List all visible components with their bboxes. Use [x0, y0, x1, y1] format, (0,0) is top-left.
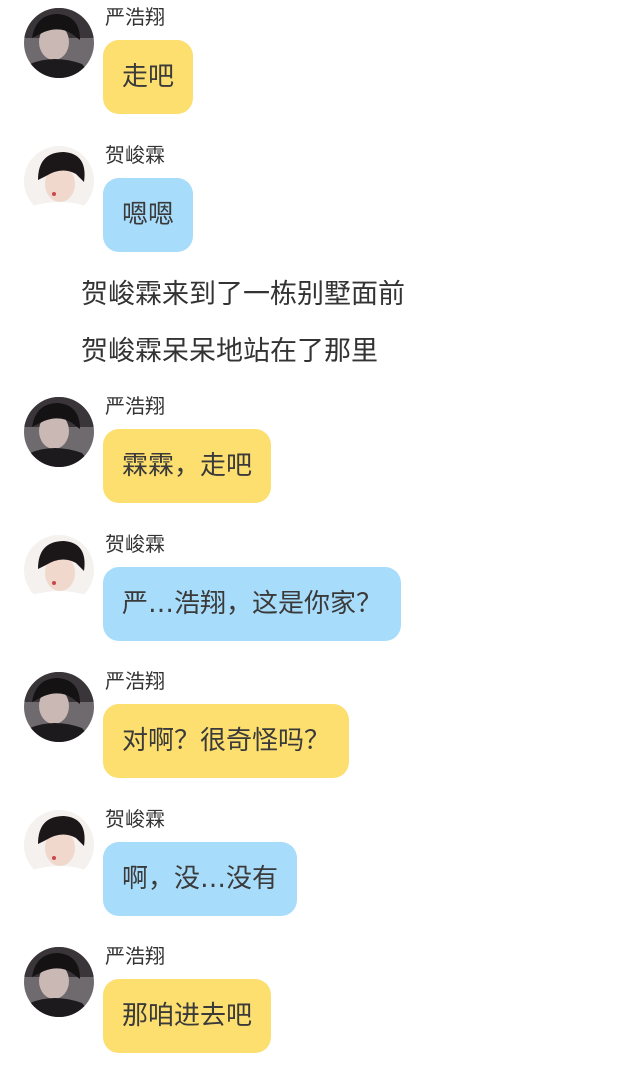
avatar-he[interactable] — [24, 146, 94, 216]
message-bubble[interactable]: 嗯嗯 — [103, 178, 194, 252]
message-bubble[interactable]: 严…浩翔，这是你家？ — [103, 567, 402, 641]
message-bubble[interactable]: 那咱进去吧 — [103, 979, 272, 1053]
avatar-he-image — [24, 810, 94, 880]
avatar-yan-image — [24, 397, 94, 467]
sender-name: 严浩翔 — [105, 5, 165, 29]
avatar-he[interactable] — [24, 535, 94, 605]
avatar-yan[interactable] — [24, 672, 94, 742]
sender-name: 严浩翔 — [105, 394, 165, 418]
avatar-yan-image — [24, 8, 94, 78]
avatar-he-image — [24, 535, 94, 605]
avatar-yan[interactable] — [24, 397, 94, 467]
sender-name: 贺峻霖 — [105, 143, 165, 167]
sender-name: 贺峻霖 — [105, 807, 165, 831]
avatar-yan[interactable] — [24, 8, 94, 78]
message-bubble[interactable]: 对啊？很奇怪吗？ — [103, 704, 350, 778]
narration-text: 贺峻霖来到了一栋别墅面前 — [81, 279, 405, 310]
chat-log: 严浩翔 走吧 贺峻霖 嗯嗯 贺峻霖来到了一栋别墅面前 贺峻霖呆呆地站在了那里 严… — [0, 0, 640, 1066]
sender-name: 严浩翔 — [105, 944, 165, 968]
avatar-yan-image — [24, 672, 94, 742]
message-bubble[interactable]: 霖霖，走吧 — [103, 429, 272, 503]
avatar-he[interactable] — [24, 810, 94, 880]
message-bubble[interactable]: 啊，没…没有 — [103, 842, 298, 916]
avatar-yan-image — [24, 947, 94, 1017]
avatar-yan[interactable] — [24, 947, 94, 1017]
avatar-he-image — [24, 146, 94, 216]
sender-name: 严浩翔 — [105, 669, 165, 693]
narration-text: 贺峻霖呆呆地站在了那里 — [81, 336, 378, 367]
message-bubble[interactable]: 走吧 — [103, 40, 194, 114]
sender-name: 贺峻霖 — [105, 532, 165, 556]
